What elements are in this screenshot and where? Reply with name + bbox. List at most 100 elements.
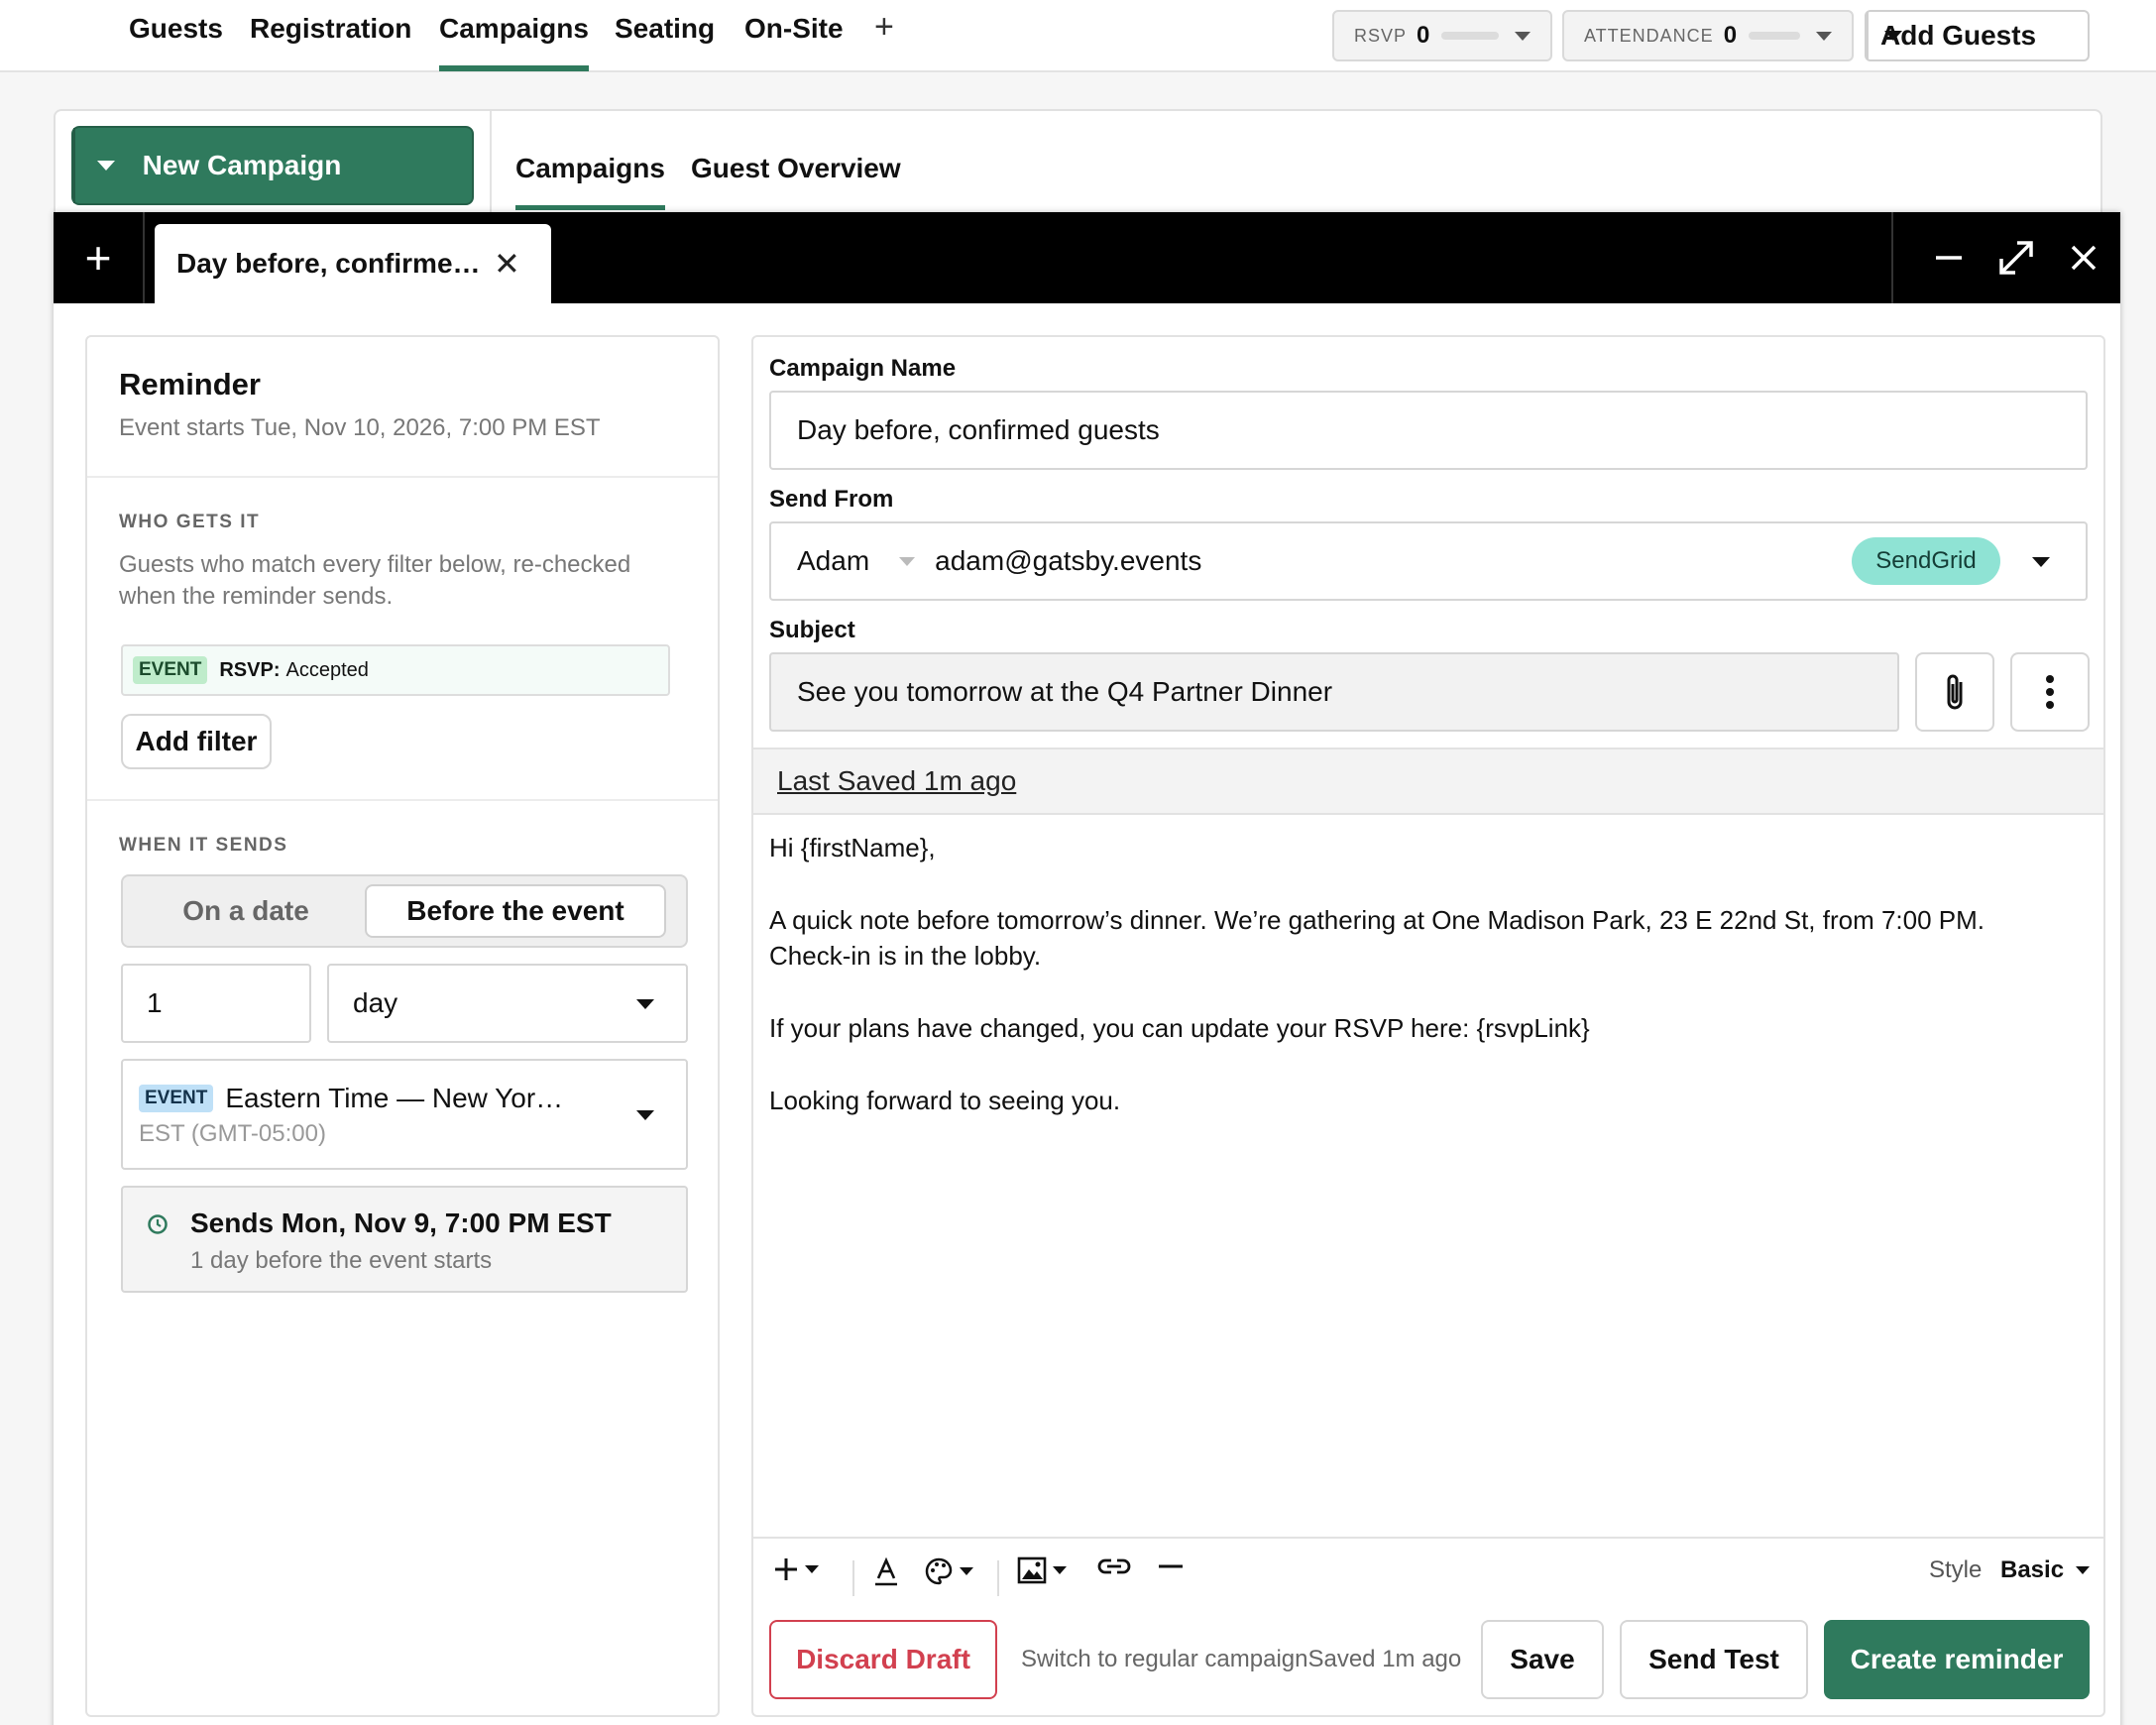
send-from-field[interactable]: Adam adam@gatsby.events SendGrid <box>769 521 2088 601</box>
chevron-down-icon <box>2076 1566 2091 1574</box>
last-saved-link[interactable]: Last Saved 1m ago <box>777 765 1016 797</box>
add-guests-label: Add Guests <box>1880 20 2037 51</box>
save-button[interactable]: Save <box>1481 1620 1604 1699</box>
create-reminder-button[interactable]: Create reminder <box>1824 1620 2090 1699</box>
close-composer-icon[interactable] <box>2058 232 2109 284</box>
sends-title: Sends Mon, Nov 9, 7:00 PM EST <box>190 1208 612 1238</box>
body-line[interactable]: Hi {firstName}, <box>769 833 936 863</box>
subject-input[interactable]: See you tomorrow at the Q4 Partner Dinne… <box>769 652 1899 732</box>
when-caption: WHEN IT SENDS <box>119 835 288 856</box>
rsvp-bar <box>1441 32 1499 40</box>
rsvp-filter[interactable]: RSVP 0 <box>1332 10 1552 61</box>
chevron-down-icon <box>805 1565 819 1573</box>
timezone-offset: EST (GMT-05:00) <box>139 1120 326 1147</box>
discard-draft-button[interactable]: Discard Draft <box>769 1620 997 1699</box>
text-format-button[interactable] <box>872 1556 900 1586</box>
theme-button[interactable] <box>924 1556 973 1586</box>
insert-link-button[interactable] <box>1096 1556 1132 1576</box>
add-guests-button[interactable]: Add Guests <box>1865 10 2090 61</box>
body-line[interactable]: If your plans have changed, you can upda… <box>769 1013 1590 1044</box>
style-label: Style <box>1929 1556 1983 1583</box>
chevron-down-icon[interactable] <box>899 556 916 566</box>
reminder-settings: Reminder Event starts Tue, Nov 10, 2026,… <box>85 335 720 1717</box>
insert-image-button[interactable] <box>1017 1556 1067 1584</box>
rsvp-count: 0 <box>1417 22 1430 49</box>
attendance-filter[interactable]: ATTENDANCE 0 <box>1562 10 1854 61</box>
rsvp-filter-chip[interactable]: EVENT RSVP: Accepted <box>121 644 670 696</box>
close-icon[interactable]: ✕ <box>494 245 520 283</box>
send-test-button[interactable]: Send Test <box>1620 1620 1808 1699</box>
body-line[interactable]: Check-in is in the lobby. <box>769 941 1041 972</box>
filter-key: RSVP: <box>219 658 281 681</box>
reminder-title: Reminder <box>119 367 261 402</box>
sends-subtitle: 1 day before the event starts <box>190 1247 493 1274</box>
attendance-count: 0 <box>1723 22 1738 49</box>
text-color-icon <box>875 1556 897 1586</box>
event-badge: EVENT <box>133 656 208 684</box>
email-editor: Campaign Name Day before, confirmed gues… <box>751 335 2105 1717</box>
chevron-down-icon <box>1816 31 1832 41</box>
palette-icon <box>925 1557 953 1585</box>
tab-guests[interactable]: Guests <box>129 10 223 71</box>
who-caption: WHO GETS IT <box>119 512 261 532</box>
campaign-name-input[interactable]: Day before, confirmed guests <box>769 391 2088 470</box>
expand-icon[interactable] <box>1990 232 2042 284</box>
add-tab-icon[interactable]: + <box>874 8 894 47</box>
image-icon <box>1017 1556 1047 1584</box>
style-value: Basic <box>2000 1556 2065 1583</box>
mode-before-event[interactable]: Before the event <box>365 884 666 938</box>
insert-button[interactable] <box>773 1556 819 1582</box>
event-starts: Event starts Tue, Nov 10, 2026, 7:00 PM … <box>119 414 601 441</box>
plus-icon <box>775 1558 797 1580</box>
link-icon <box>1097 1558 1131 1574</box>
more-options-button[interactable] <box>2010 652 2090 732</box>
attendance-bar <box>1749 32 1800 40</box>
tab-on-site[interactable]: On-Site <box>744 10 844 71</box>
subtab-guest-overview[interactable]: Guest Overview <box>691 153 901 210</box>
subtab-campaigns[interactable]: Campaigns <box>515 153 665 210</box>
sender-name[interactable]: Adam <box>797 545 869 577</box>
draft-tab-title: Day before, confirme… <box>176 248 481 279</box>
new-campaign-label: New Campaign <box>142 150 342 180</box>
event-badge: EVENT <box>139 1085 214 1112</box>
horizontal-rule-icon <box>1159 1564 1183 1568</box>
subject-label: Subject <box>769 617 855 643</box>
chevron-down-icon[interactable] <box>2032 557 2050 567</box>
timezone-select[interactable]: EVENT Eastern Time — New Yor… EST (GMT-0… <box>121 1059 688 1170</box>
rsvp-label: RSVP <box>1354 25 1408 46</box>
style-select[interactable]: Basic <box>2000 1556 2091 1584</box>
new-campaign-button[interactable]: New Campaign <box>71 126 474 205</box>
divider-button[interactable] <box>1158 1556 1184 1576</box>
chevron-down-icon <box>960 1567 973 1575</box>
add-draft-icon[interactable]: + <box>54 212 145 303</box>
send-from-label: Send From <box>769 486 894 513</box>
attachment-button[interactable] <box>1915 652 1994 732</box>
offset-amount-input[interactable]: 1 <box>121 964 311 1043</box>
mode-on-a-date[interactable]: On a date <box>123 876 369 946</box>
clock-icon <box>148 1214 168 1234</box>
offset-unit-select[interactable]: day <box>327 964 688 1043</box>
body-line[interactable]: A quick note before tomorrow’s dinner. W… <box>769 905 1985 936</box>
switch-campaign-text[interactable]: Switch to regular campaignSaved 1m ago <box>1021 1646 1461 1673</box>
composer-tab-bar: + Day before, confirme… ✕ <box>54 212 2120 303</box>
chevron-down-icon <box>1515 31 1531 41</box>
body-line[interactable]: Looking forward to seeing you. <box>769 1086 1120 1116</box>
chevron-down-icon <box>636 1110 654 1120</box>
send-mode-toggle: On a date Before the event <box>121 874 688 948</box>
last-saved-bar: Last Saved 1m ago <box>753 748 2103 815</box>
offset-unit-value: day <box>353 987 398 1018</box>
add-filter-button[interactable]: Add filter <box>121 714 272 769</box>
tab-seating[interactable]: Seating <box>615 10 715 71</box>
chevron-down-icon <box>636 999 654 1009</box>
timezone-name: Eastern Time — New Yor… <box>225 1083 564 1113</box>
campaign-name-label: Campaign Name <box>769 355 957 382</box>
more-vertical-icon <box>2046 675 2054 709</box>
draft-tab[interactable]: Day before, confirme… ✕ <box>155 224 551 303</box>
tab-campaigns[interactable]: Campaigns <box>439 10 589 71</box>
minimize-icon[interactable] <box>1923 232 1975 284</box>
tab-registration[interactable]: Registration <box>250 10 411 71</box>
who-description: Guests who match every filter below, re-… <box>119 551 631 610</box>
sender-email: adam@gatsby.events <box>935 545 1202 576</box>
filter-value: Accepted <box>285 658 369 681</box>
paperclip-icon <box>1947 674 1963 710</box>
